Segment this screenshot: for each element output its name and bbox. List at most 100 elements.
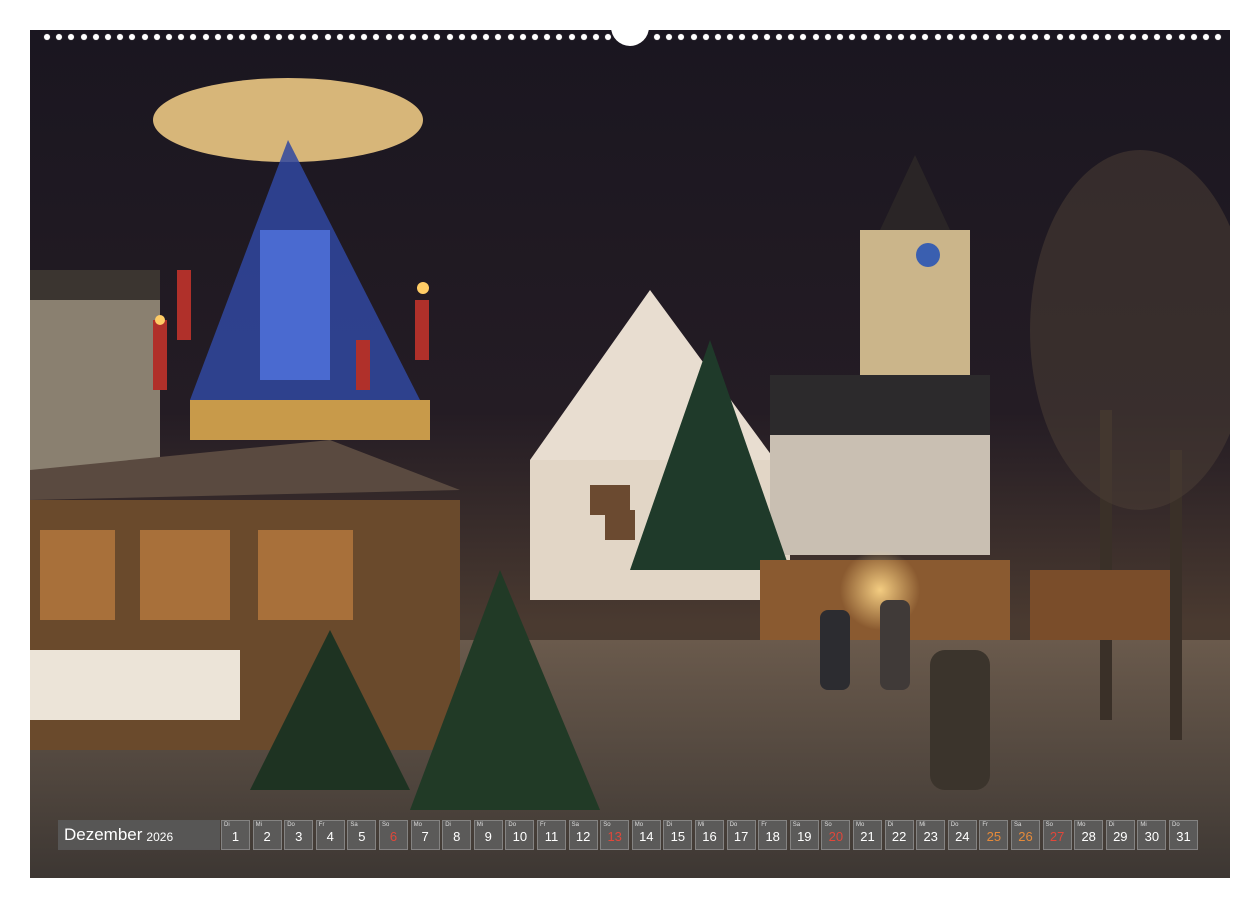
day-cell: Fr 11	[537, 820, 566, 850]
weekday-label: Fr	[540, 822, 546, 828]
day-number: 16	[702, 829, 717, 844]
day-cell: Do 10	[505, 820, 535, 850]
binding-hole	[715, 34, 721, 40]
day-number: 17	[733, 829, 749, 844]
binding-hole	[800, 34, 807, 40]
weekday-label: So	[382, 822, 390, 828]
day-cell: Di 22	[884, 820, 914, 850]
day-number: 22	[891, 829, 907, 844]
binding-hole	[873, 34, 880, 40]
binding-hole	[92, 34, 99, 40]
binding-hole	[105, 34, 111, 40]
binding-hole	[483, 34, 490, 40]
binding-hole	[1117, 34, 1124, 40]
binding-hole	[946, 34, 953, 40]
day-number: 14	[639, 829, 654, 844]
binding-hole	[922, 34, 929, 40]
weekday-label: Fr	[982, 822, 989, 828]
binding-hole	[910, 34, 917, 40]
day-cell: Di 8	[442, 820, 472, 850]
binding-hole	[153, 34, 160, 40]
binding-hole	[1007, 34, 1014, 40]
binding-hole	[1105, 34, 1112, 40]
day-cell: Mo 21	[853, 820, 882, 850]
day-cell: Mi 16	[695, 820, 724, 850]
binding-hole	[117, 34, 124, 40]
day-cell: So 6	[379, 820, 408, 850]
binding-hole	[763, 34, 770, 40]
day-number: 20	[828, 829, 844, 844]
weekday-label: Fr	[318, 822, 325, 828]
day-cell: Mi 2	[252, 820, 282, 850]
binding-hole	[239, 34, 246, 40]
day-number: 11	[544, 829, 559, 844]
day-number: 5	[358, 829, 366, 844]
binding-hole	[1056, 34, 1063, 40]
day-cell: Sa 19	[789, 820, 819, 850]
binding-hole	[727, 34, 734, 40]
binding-hole	[263, 34, 270, 40]
weekday-label: Do	[950, 822, 959, 828]
binding-hole	[898, 34, 904, 40]
weekday-label: So	[603, 822, 611, 828]
binding-hole	[190, 34, 197, 40]
weekday-label: Mi	[919, 822, 926, 828]
binding-hole	[300, 34, 307, 40]
weekday-label: Mi	[1140, 822, 1147, 828]
weekday-label: Mi	[698, 822, 705, 828]
binding-hole	[995, 34, 1002, 40]
binding-hole	[324, 34, 331, 40]
day-number: 21	[860, 829, 875, 844]
weekday-label: Di	[666, 822, 673, 828]
binding-hole	[1068, 34, 1075, 40]
binding-hole	[458, 34, 465, 40]
day-cell: So 20	[821, 820, 851, 850]
binding-hole	[1190, 34, 1197, 40]
day-number: 4	[326, 829, 334, 844]
binding-hole	[568, 34, 575, 40]
binding-hole	[202, 34, 209, 40]
weekday-label: Sa	[350, 822, 358, 828]
binding-hole	[1044, 34, 1051, 40]
day-cell: Do 17	[726, 820, 756, 850]
day-number: 27	[1049, 829, 1065, 844]
binding-hole	[690, 34, 697, 40]
day-number: 6	[389, 829, 398, 844]
binding-hole	[654, 34, 660, 40]
day-cell: Sa 5	[347, 820, 377, 850]
weekday-label: Mo	[634, 822, 644, 828]
weekday-label: Di	[887, 822, 894, 828]
binding-hole	[1203, 34, 1209, 40]
day-cell: Mi 23	[916, 820, 946, 850]
day-number: 12	[575, 829, 591, 844]
binding-hole	[959, 34, 965, 40]
day-number: 1	[231, 829, 240, 844]
binding-hole	[776, 34, 782, 40]
binding-hole	[129, 34, 136, 40]
binding-hole	[1020, 34, 1026, 40]
weekday-label: Mi	[476, 822, 484, 828]
day-number: 9	[484, 829, 492, 844]
weekday-label: Mo	[1077, 822, 1086, 828]
binding-hole	[385, 34, 392, 40]
binding-hole	[580, 34, 587, 40]
day-number: 2	[263, 829, 271, 844]
calendar-strip: Dezember 2026 Di 1 Mi 2 Do 3 Fr 4 Sa 5 So 6 Mo 7 Di 8 Mi…	[58, 820, 1202, 850]
weekday-label: Fr	[761, 822, 767, 828]
binding-hole	[471, 34, 477, 40]
binding-hole	[227, 34, 233, 40]
day-number: 8	[453, 829, 461, 844]
weekday-label: Mi	[255, 822, 262, 828]
binding-hole	[214, 34, 221, 40]
binding-hole	[556, 34, 563, 40]
binding-hole	[44, 34, 50, 40]
binding-hole	[1142, 34, 1148, 40]
day-cell: Sa 12	[568, 820, 598, 850]
day-number: 15	[670, 829, 686, 844]
day-cell: Do 3	[284, 820, 314, 850]
binding-hole	[751, 34, 758, 40]
month-year: 2026	[146, 829, 174, 844]
binding-hole	[312, 34, 319, 40]
day-cell: Mo 28	[1074, 820, 1104, 850]
weekday-label: Di	[445, 822, 451, 828]
